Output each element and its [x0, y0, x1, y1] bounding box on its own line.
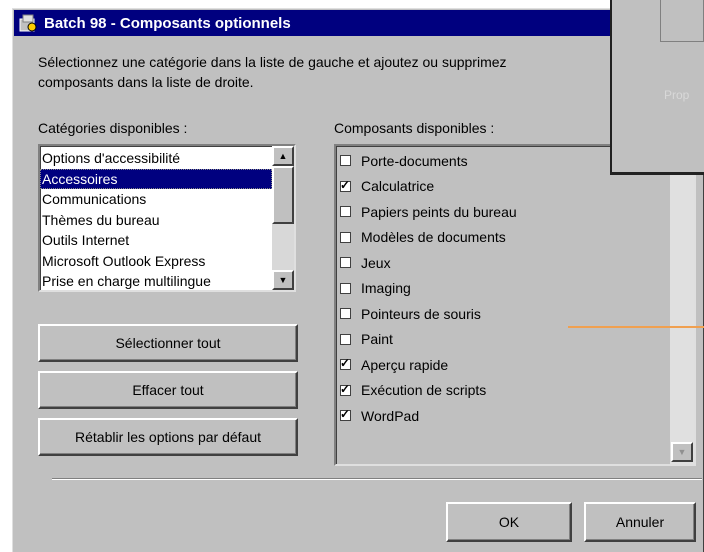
component-item[interactable]: Jeux — [338, 250, 658, 276]
category-item[interactable]: Outils Internet — [40, 230, 272, 251]
checkmark-icon: ✓ — [340, 381, 351, 396]
select-all-label: Sélectionner tout — [115, 335, 221, 351]
checkbox-unchecked[interactable] — [340, 282, 351, 294]
ok-button[interactable]: OK — [446, 502, 572, 542]
category-item[interactable]: Microsoft Outlook Express — [40, 251, 272, 272]
component-item[interactable]: ✓ Aperçu rapide — [338, 352, 658, 378]
accent-line — [568, 326, 704, 328]
component-label: Calculatrice — [361, 178, 435, 195]
clear-all-button[interactable]: Effacer tout — [38, 371, 298, 409]
checkbox-unchecked[interactable] — [340, 257, 351, 269]
components-scrollbar[interactable]: ▼ — [670, 146, 694, 464]
title-bar[interactable]: Batch 98 - Composants optionnels — [14, 10, 704, 36]
arrow-up-icon: ▲ — [278, 151, 288, 161]
component-label: Jeux — [361, 254, 391, 271]
checkbox-unchecked[interactable] — [340, 155, 351, 167]
background-window-label: Prop — [664, 88, 690, 102]
arrow-down-icon: ▼ — [278, 275, 288, 285]
component-item[interactable]: Modèles de documents — [338, 225, 658, 251]
category-item[interactable]: Accessoires — [40, 168, 272, 189]
checkbox-checked[interactable]: ✓ — [340, 381, 351, 396]
categories-list: Options d'accessibilité Accessoires Commun… — [40, 148, 272, 292]
category-item[interactable]: Thèmes du bureau — [40, 210, 272, 231]
select-all-button[interactable]: Sélectionner tout — [38, 324, 298, 362]
checkbox-checked[interactable]: ✓ — [340, 177, 351, 192]
checkbox-checked[interactable]: ✓ — [340, 407, 351, 422]
component-label: Papiers peints du bureau — [361, 203, 517, 220]
arrow-down-icon: ▼ — [677, 447, 687, 457]
checkbox-unchecked[interactable] — [340, 231, 351, 243]
category-item[interactable]: Prise en charge multilingue — [40, 271, 272, 292]
components-label: Composants disponibles : — [334, 120, 495, 136]
cancel-button[interactable]: Annuler — [584, 502, 696, 542]
optional-components-dialog: Batch 98 - Composants optionnels Sélecti… — [12, 8, 704, 552]
checkmark-icon: ✓ — [340, 407, 351, 422]
restore-defaults-button[interactable]: Rétablir les options par défaut — [38, 418, 298, 456]
component-label: Paint — [361, 331, 393, 348]
restore-defaults-label: Rétablir les options par défaut — [75, 429, 261, 445]
background-window-fragment: Prop — [610, 0, 704, 172]
component-item[interactable]: Pointeurs de souris — [338, 301, 658, 327]
instructions-line-1: Sélectionnez une catégorie dans la liste… — [38, 54, 507, 70]
scroll-up-button[interactable]: ▲ — [272, 146, 294, 166]
component-label: Aperçu rapide — [361, 356, 449, 373]
scroll-down-button[interactable]: ▼ — [272, 270, 294, 290]
component-label: Imaging — [361, 280, 411, 297]
component-item[interactable]: ✓ Exécution de scripts — [338, 378, 658, 404]
cancel-label: Annuler — [615, 514, 665, 530]
component-item[interactable]: Papiers peints du bureau — [338, 199, 658, 225]
instructions-line-2: composants dans la liste de droite. — [38, 74, 254, 90]
components-scroll-down-button[interactable]: ▼ — [671, 442, 693, 462]
component-item[interactable]: ✓ WordPad — [338, 403, 658, 429]
background-window-panel — [660, 0, 704, 42]
separator — [52, 478, 702, 480]
window-title: Batch 98 - Composants optionnels — [44, 14, 291, 32]
components-listbox[interactable]: Porte-documents ✓ Calculatrice Papiers pein… — [334, 144, 696, 466]
checkmark-icon: ✓ — [340, 356, 351, 371]
clear-all-label: Effacer tout — [132, 382, 204, 398]
component-label: Modèles de documents — [361, 229, 506, 246]
checkbox-unchecked[interactable] — [340, 308, 351, 320]
component-item[interactable]: Paint — [338, 327, 658, 353]
category-item[interactable]: Communications — [40, 189, 272, 210]
scroll-thumb[interactable] — [272, 166, 294, 224]
component-item[interactable]: ✓ Calculatrice — [338, 174, 658, 200]
category-item[interactable]: Options d'accessibilité — [40, 148, 272, 169]
checkbox-unchecked[interactable] — [340, 206, 351, 218]
component-label: Pointeurs de souris — [361, 305, 481, 322]
component-item[interactable]: Imaging — [338, 276, 658, 302]
component-label: Exécution de scripts — [361, 382, 487, 399]
ok-label: OK — [498, 514, 520, 530]
batch-app-icon — [18, 13, 38, 33]
component-label: Porte-documents — [361, 152, 468, 169]
checkbox-unchecked[interactable] — [340, 333, 351, 345]
categories-label: Catégories disponibles : — [38, 120, 188, 136]
components-list: Porte-documents ✓ Calculatrice Papiers pein… — [338, 148, 658, 429]
categories-listbox[interactable]: Options d'accessibilité Accessoires Commun… — [38, 144, 296, 292]
checkmark-icon: ✓ — [340, 177, 351, 192]
component-label: WordPad — [361, 407, 420, 424]
categories-scrollbar[interactable]: ▲ ▼ — [272, 146, 294, 290]
checkbox-checked[interactable]: ✓ — [340, 356, 351, 371]
